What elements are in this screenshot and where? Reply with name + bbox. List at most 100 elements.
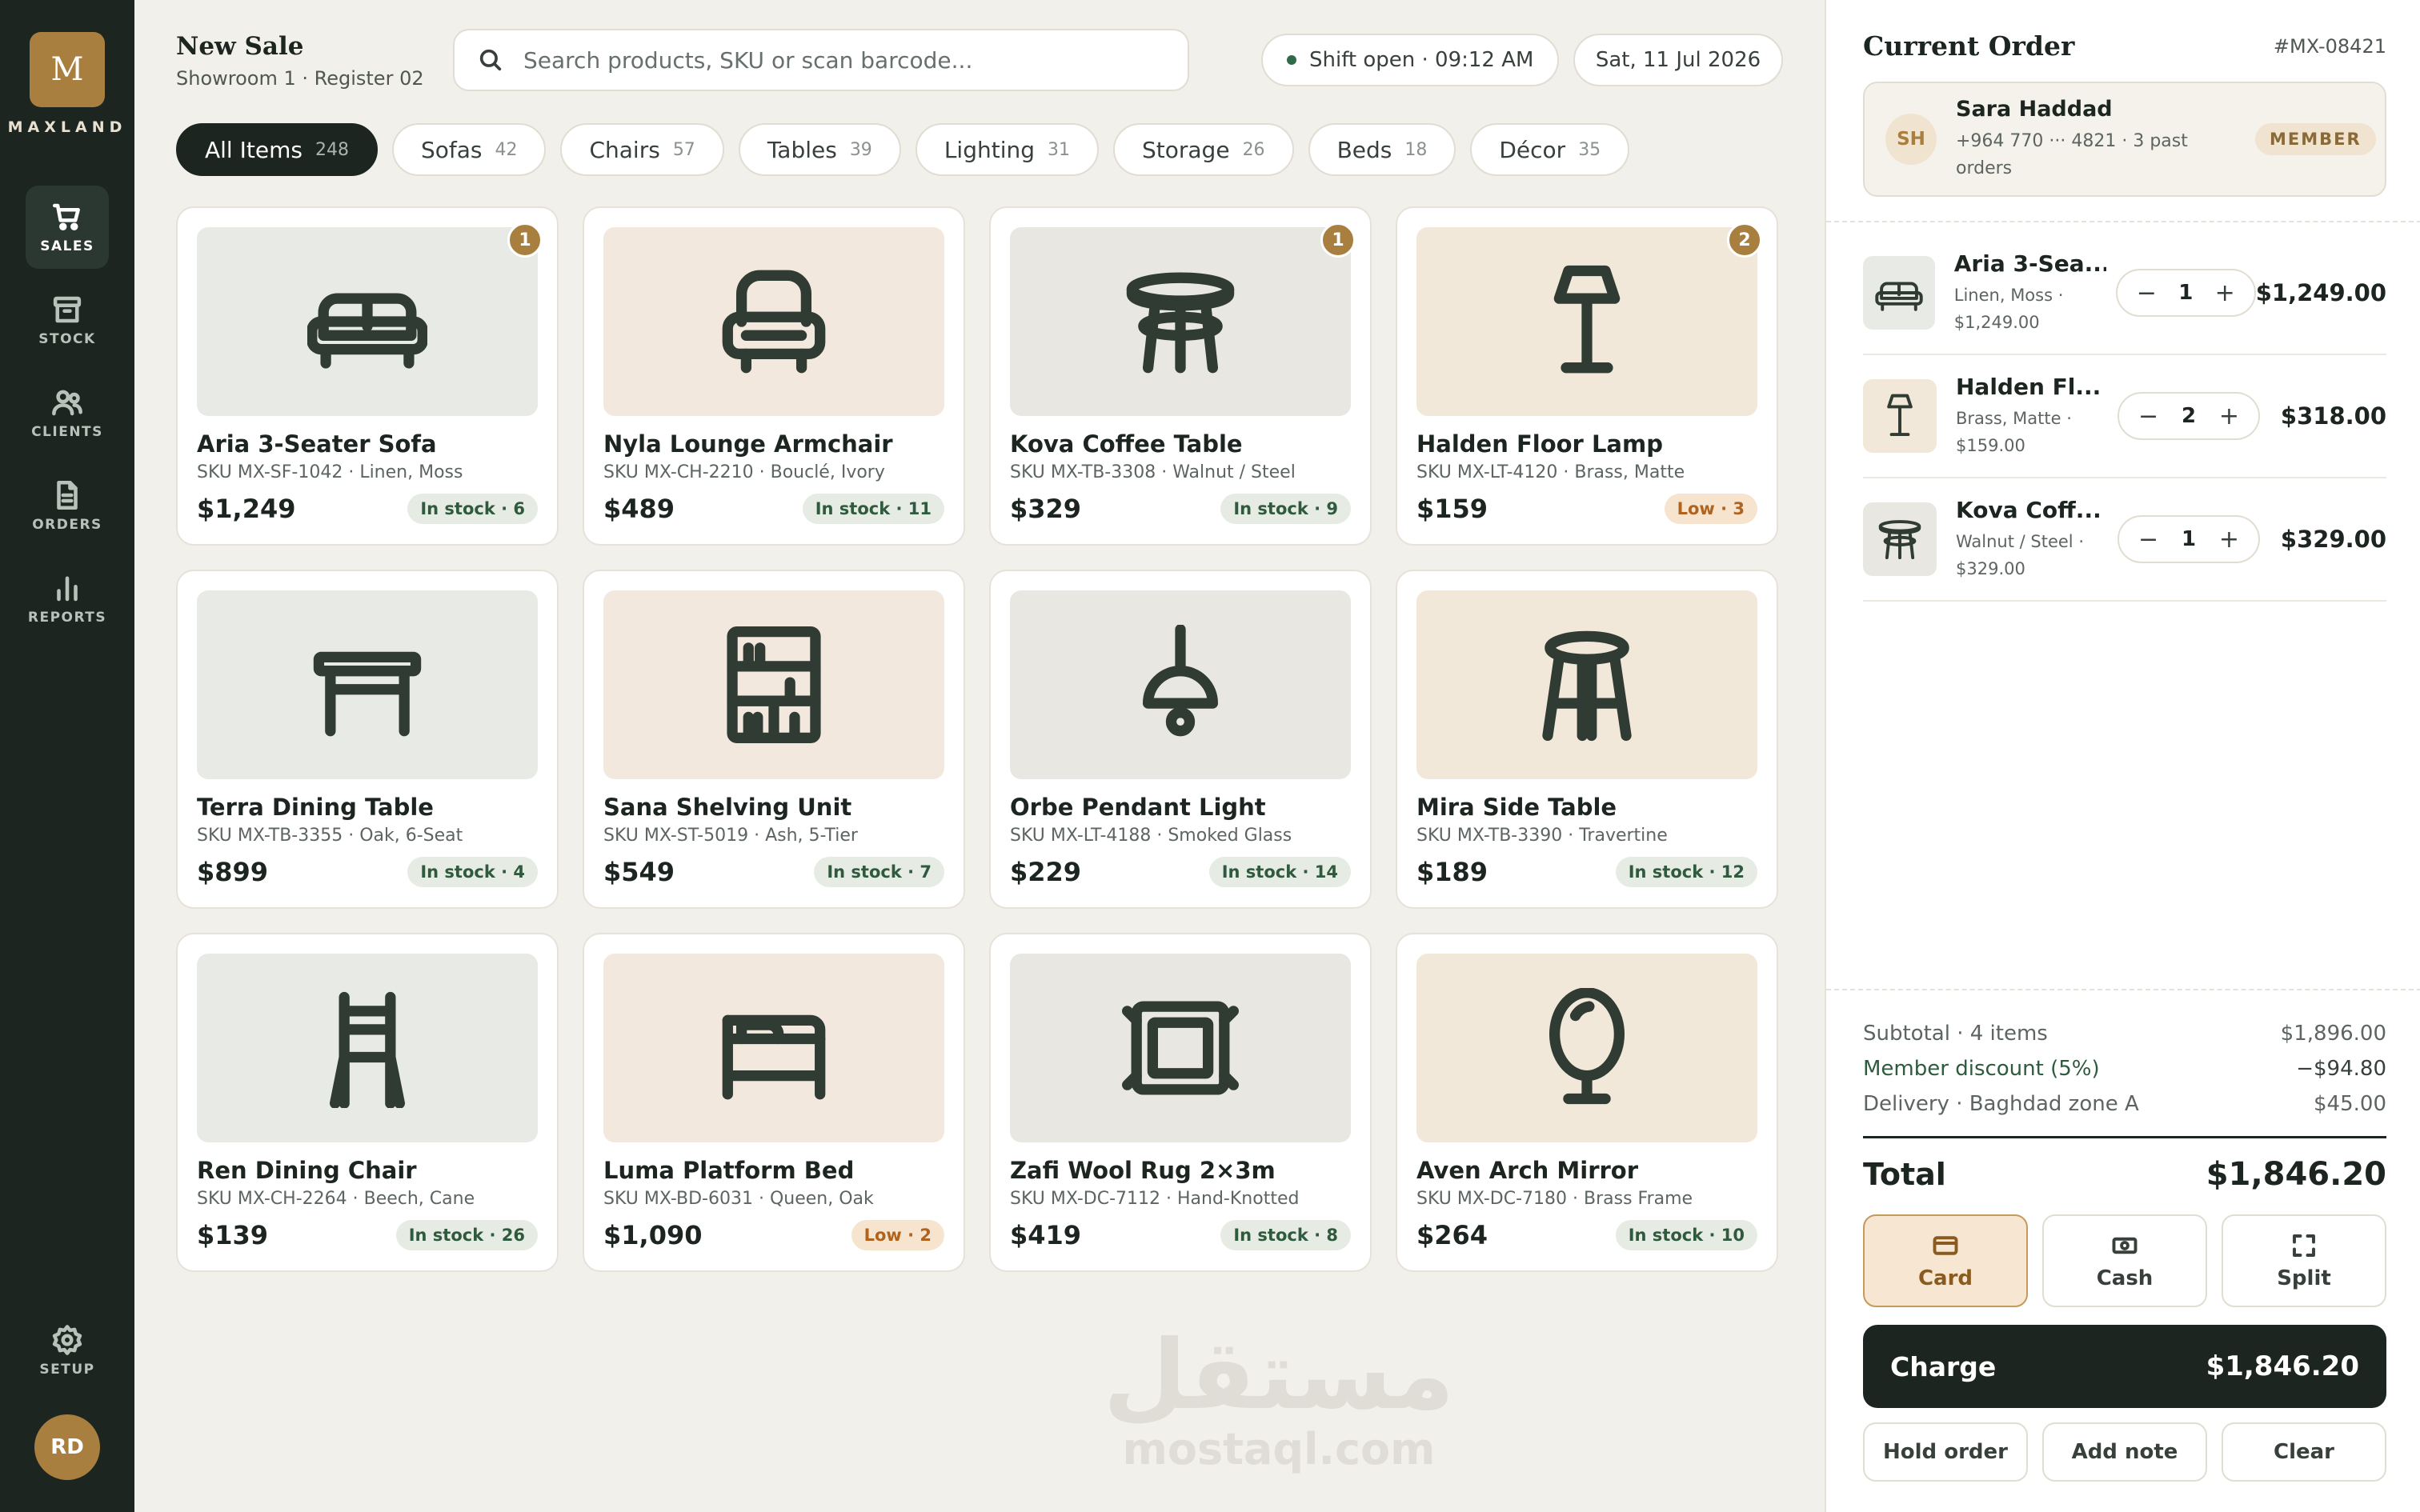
cart-count-badge: 1 — [507, 222, 543, 258]
category-chip[interactable]: Décor 35 — [1470, 123, 1630, 176]
order-panel: Current Order #MX-08421 SH Sara Haddad +… — [1825, 0, 2420, 1512]
total-value: $1,846.20 — [2206, 1155, 2386, 1193]
category-chip[interactable]: Lighting 31 — [915, 123, 1099, 176]
nav-item-reports[interactable]: REPORTS — [26, 557, 109, 640]
product-price: $549 — [603, 857, 675, 887]
date-pill[interactable]: Sat, 11 Jul 2026 — [1573, 34, 1783, 86]
nav-item-clients[interactable]: CLIENTS — [26, 371, 109, 454]
quantity-value: 1 — [2181, 527, 2197, 551]
nav-item-setup[interactable]: SETUP — [26, 1309, 109, 1392]
product-name: Nyla Lounge Armchair — [603, 430, 893, 458]
category-chip[interactable]: Chairs 57 — [560, 123, 724, 176]
product-card[interactable]: Luma Platform Bed SKU MX-BD-6031 · Queen,… — [583, 933, 965, 1272]
total-label: Total — [1863, 1156, 1946, 1192]
category-chip[interactable]: Sofas 42 — [391, 123, 547, 176]
order-line[interactable]: Kova Coff... Walnut / Steel · $329.00 −1 + $… — [1863, 478, 2386, 602]
pay-card-button[interactable]: Card — [1863, 1214, 2028, 1307]
product-footer: $1,090 Low · 2 — [603, 1220, 944, 1250]
product-price: $329 — [1010, 494, 1082, 524]
sofa-icon — [1875, 282, 1923, 311]
product-sku: SKU MX-LT-4120 · Brass, Matte — [1416, 462, 1685, 482]
product-card[interactable]: Aven Arch Mirror SKU MX-DC-7180 · Brass F… — [1396, 933, 1778, 1272]
coffee-table-icon — [1878, 520, 1921, 560]
coffee-table-icon — [1126, 272, 1235, 374]
plus-icon[interactable]: + — [2219, 402, 2239, 430]
category-chip[interactable]: Beds 18 — [1308, 123, 1456, 176]
nav-label: SALES — [40, 238, 94, 254]
catalog-area: New Sale Showroom 1 · Register 02 Shift … — [134, 0, 1825, 1512]
product-card[interactable]: Sana Shelving Unit SKU MX-ST-5019 · Ash, … — [583, 570, 965, 909]
stock-badge: In stock · 7 — [814, 857, 944, 887]
product-card[interactable]: Ren Dining Chair SKU MX-CH-2264 · Beech, … — [176, 933, 559, 1272]
category-chip[interactable]: All Items 248 — [176, 123, 378, 176]
order-title: Current Order — [1863, 30, 2075, 62]
rug-icon — [1122, 1001, 1239, 1095]
category-label: Sofas — [420, 136, 483, 163]
product-card[interactable]: Terra Dining Table SKU MX-TB-3355 · Oak, … — [176, 570, 559, 909]
search-input[interactable] — [523, 46, 1180, 74]
mirror-icon — [1549, 988, 1625, 1105]
plus-icon[interactable]: + — [2219, 526, 2239, 554]
quantity-stepper[interactable]: −1 + — [2118, 515, 2260, 563]
order-line[interactable]: Halden Fl... Brass, Matte · $159.00 −2 + $31… — [1863, 355, 2386, 478]
product-card[interactable]: 2 Halden Floor Lamp SKU MX-LT-4120 · Brass… — [1396, 206, 1778, 546]
order-line[interactable]: Aria 3-Sea... Linen, Moss · $1,249.00 −1 + $… — [1863, 232, 2386, 355]
hold-order-button[interactable]: Hold order — [1863, 1422, 2028, 1482]
client-card[interactable]: SH Sara Haddad +964 770 ··· 4821 · 3 pas… — [1863, 82, 2386, 197]
total-row: Total $1,846.20 — [1863, 1136, 2386, 1198]
page-title: New Sale — [176, 32, 304, 61]
delivery-value: $45.00 — [2314, 1092, 2386, 1116]
product-footer: $139 In stock · 26 — [197, 1220, 538, 1250]
discount-label: Member discount (5%) — [1863, 1057, 2100, 1081]
search-bar[interactable] — [453, 29, 1189, 91]
minus-icon[interactable]: − — [2137, 279, 2157, 307]
quantity-value: 1 — [2178, 281, 2194, 305]
brand-name: MAXLAND — [7, 118, 127, 136]
nav-item-sales[interactable]: SALES — [26, 186, 109, 269]
minus-icon[interactable]: − — [2138, 526, 2158, 554]
line-meta: Aria 3-Sea... Linen, Moss · $1,249.00 — [1954, 250, 2106, 336]
category-count: 26 — [1242, 139, 1265, 160]
stock-badge: In stock · 9 — [1220, 494, 1351, 524]
pay-cash-button[interactable]: Cash — [2042, 1214, 2207, 1307]
nav-item-stock[interactable]: STOCK — [26, 278, 109, 362]
user-avatar[interactable]: RD — [34, 1414, 100, 1480]
nav-item-orders[interactable]: ORDERS — [26, 464, 109, 547]
product-name: Halden Floor Lamp — [1416, 430, 1663, 458]
product-card[interactable]: Zafi Wool Rug 2×3m SKU MX-DC-7112 · Hand-… — [989, 933, 1372, 1272]
minus-icon[interactable]: − — [2138, 402, 2158, 430]
product-price: $264 — [1416, 1220, 1488, 1250]
divider — [1826, 989, 2420, 990]
product-card[interactable]: 1 Aria 3-Seater Sofa SKU MX-SF-1042 · Line… — [176, 206, 559, 546]
product-price: $139 — [197, 1220, 269, 1250]
shift-status[interactable]: Shift open · 09:12 AM — [1261, 34, 1559, 86]
payment-methods: Card Cash Split — [1863, 1214, 2386, 1307]
pay-label: Cash — [2096, 1266, 2154, 1290]
subtotal-row: Subtotal · 4 items $1,896.00 — [1863, 1016, 2386, 1051]
product-footer: $549 In stock · 7 — [603, 857, 944, 887]
product-card[interactable]: 1 Kova Coffee Table SKU MX-TB-3308 · Walnu… — [989, 206, 1372, 546]
plus-icon[interactable]: + — [2215, 279, 2235, 307]
quantity-stepper[interactable]: −2 + — [2118, 392, 2260, 440]
pay-split-button[interactable]: Split — [2222, 1214, 2386, 1307]
product-card[interactable]: Orbe Pendant Light SKU MX-LT-4188 · Smoke… — [989, 570, 1372, 909]
product-sku: SKU MX-LT-4188 · Smoked Glass — [1010, 826, 1292, 846]
category-chip[interactable]: Tables 39 — [738, 123, 901, 176]
category-chip[interactable]: Storage 26 — [1113, 123, 1294, 176]
product-sku: SKU MX-BD-6031 · Queen, Oak — [603, 1189, 874, 1209]
document-icon — [57, 480, 78, 510]
product-footer: $899 In stock · 4 — [197, 857, 538, 887]
category-label: Chairs — [589, 136, 660, 163]
quantity-stepper[interactable]: −1 + — [2115, 269, 2256, 317]
floor-lamp-icon — [1553, 265, 1621, 374]
product-card[interactable]: Nyla Lounge Armchair SKU MX-CH-2210 · Bou… — [583, 206, 965, 546]
client-info: Sara Haddad +964 770 ··· 4821 · 3 past o… — [1956, 97, 2244, 182]
add-note-button[interactable]: Add note — [2042, 1422, 2207, 1482]
shift-label: Shift open · 09:12 AM — [1309, 48, 1534, 72]
charge-label: Charge — [1890, 1350, 1997, 1382]
product-image — [1416, 590, 1757, 779]
product-card[interactable]: Mira Side Table SKU MX-TB-3390 · Traverti… — [1396, 570, 1778, 909]
pay-label: Card — [1917, 1266, 1973, 1290]
clear-order-button[interactable]: Clear — [2222, 1422, 2386, 1482]
charge-button[interactable]: Charge $1,846.20 — [1863, 1325, 2386, 1408]
